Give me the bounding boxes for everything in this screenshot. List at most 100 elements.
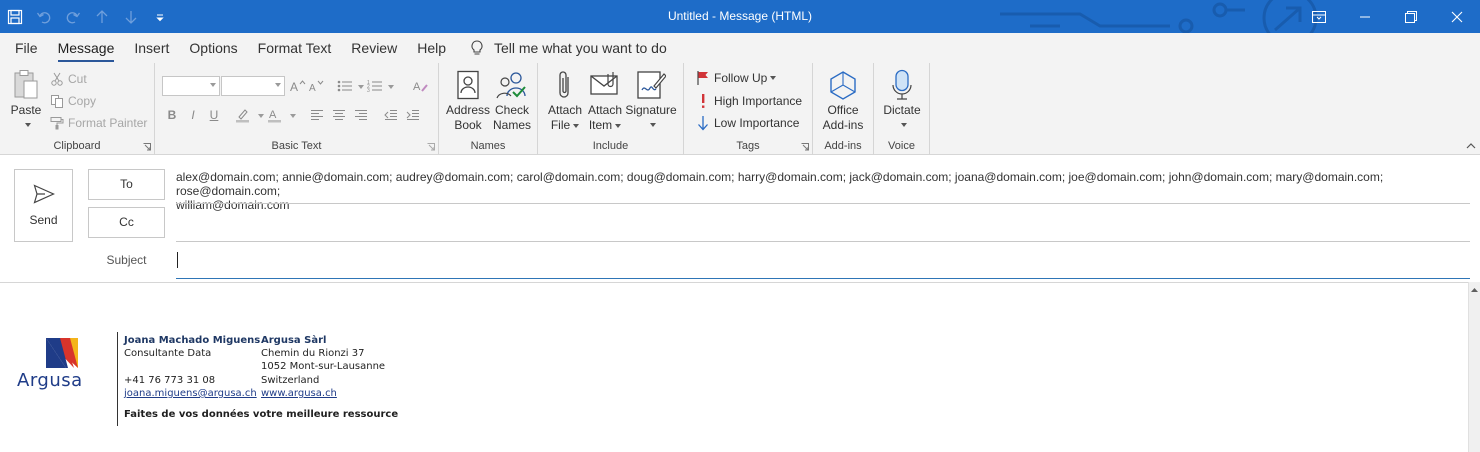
argusa-logo-icon: [46, 338, 78, 368]
send-icon: [33, 184, 55, 204]
copy-button[interactable]: Copy: [48, 91, 96, 111]
check-names-button[interactable]: Check Names: [491, 67, 533, 133]
restore-icon[interactable]: [1388, 0, 1434, 33]
include-group-label: Include: [592, 140, 629, 152]
paste-icon: [9, 67, 43, 103]
paperclip-icon: [548, 67, 582, 103]
office-addins-label-1: Office: [827, 103, 859, 117]
tab-options[interactable]: Options: [179, 33, 247, 63]
follow-up-button[interactable]: Follow Up: [694, 68, 777, 88]
text-cursor: [177, 252, 178, 268]
address-book-button[interactable]: Address Book: [446, 67, 490, 133]
align-left-icon[interactable]: [307, 105, 327, 125]
numbering-icon[interactable]: 123: [365, 76, 385, 96]
tab-review[interactable]: Review: [341, 33, 407, 63]
to-field-underline: [176, 203, 1470, 204]
tab-file[interactable]: File: [0, 33, 48, 63]
exclamation-icon: [694, 92, 712, 110]
title-bar: Untitled - Message (HTML): [0, 0, 1480, 33]
decrease-indent-icon[interactable]: [381, 105, 401, 125]
ribbon-display-options-icon[interactable]: [1296, 0, 1342, 33]
low-importance-button[interactable]: Low Importance: [694, 113, 799, 133]
cut-label: Cut: [68, 72, 87, 86]
logo-wordmark: Argusa: [17, 370, 83, 391]
tags-launcher-icon[interactable]: [801, 143, 809, 151]
to-field[interactable]: alex@domain.com; annie@domain.com; audre…: [176, 170, 1470, 212]
align-right-icon[interactable]: [351, 105, 371, 125]
signature-website-link[interactable]: www.argusa.ch: [261, 388, 337, 399]
font-name-chevron-icon: [210, 83, 216, 87]
office-addins-button[interactable]: Office Add-ins: [819, 67, 867, 133]
send-button[interactable]: Send: [14, 169, 73, 242]
signature-email-link[interactable]: joana.miguens@argusa.ch: [124, 388, 257, 399]
numbering-dropdown-icon[interactable]: [388, 85, 394, 89]
signature-street: Chemin du Rionzi 37: [261, 348, 365, 359]
underline-icon[interactable]: U: [204, 105, 224, 125]
signature-dropdown-icon[interactable]: [649, 123, 656, 127]
bullets-icon[interactable]: [335, 76, 355, 96]
to-button[interactable]: To: [88, 169, 165, 200]
follow-up-dropdown-icon[interactable]: [770, 76, 777, 80]
tell-me-box[interactable]: Tell me what you want to do: [470, 40, 667, 56]
address-book-label-1: Address: [445, 103, 491, 117]
attach-item-button[interactable]: Attach Item: [585, 67, 625, 133]
subject-field[interactable]: [176, 250, 1470, 272]
paste-button[interactable]: Paste: [8, 67, 44, 127]
cc-button[interactable]: Cc: [88, 207, 165, 238]
check-names-label-1: Check: [494, 103, 529, 117]
basic-text-launcher-icon[interactable]: [427, 143, 435, 151]
highlight-dropdown-icon[interactable]: [258, 114, 264, 118]
high-importance-button[interactable]: High Importance: [694, 91, 802, 111]
italic-icon[interactable]: I: [183, 105, 203, 125]
signature-button[interactable]: Signature: [624, 67, 678, 127]
body-scrollbar[interactable]: [1468, 282, 1480, 452]
highlight-icon[interactable]: [233, 105, 253, 125]
copy-label: Copy: [68, 94, 97, 108]
clipboard-group: Paste Cut Copy Format Painter Clipboard: [0, 63, 155, 155]
font-name-combo[interactable]: [162, 76, 220, 96]
attach-file-button[interactable]: Attach File: [545, 67, 585, 133]
bullets-dropdown-icon[interactable]: [358, 85, 364, 89]
signature-country: Switzerland: [261, 375, 320, 386]
tab-help[interactable]: Help: [407, 33, 456, 63]
font-size-combo[interactable]: [221, 76, 285, 96]
font-color-icon[interactable]: A: [265, 105, 285, 125]
tab-message[interactable]: Message: [48, 33, 125, 63]
tags-group: Follow Up High Importance Low Importance…: [684, 63, 813, 155]
clear-formatting-icon[interactable]: A: [411, 76, 431, 96]
window-controls: [1296, 0, 1480, 33]
signature-email[interactable]: joana.miguens@argusa.ch: [124, 387, 257, 401]
minimize-icon[interactable]: [1342, 0, 1388, 33]
check-names-icon: [495, 67, 529, 103]
collapse-ribbon-icon[interactable]: [1466, 142, 1476, 150]
ribbon: Paste Cut Copy Format Painter Clipboard …: [0, 63, 1480, 155]
dictate-dropdown-icon[interactable]: [900, 123, 907, 127]
align-center-icon[interactable]: [329, 105, 349, 125]
bold-icon[interactable]: B: [162, 105, 182, 125]
dictate-button[interactable]: Dictate: [880, 67, 924, 127]
close-icon[interactable]: [1434, 0, 1480, 33]
shrink-font-icon[interactable]: A: [307, 76, 327, 96]
message-body[interactable]: Argusa Joana Machado Miguens Consultante…: [0, 283, 1468, 452]
attach-item-label-1: Attach: [587, 103, 623, 117]
signature-website[interactable]: www.argusa.ch: [261, 387, 337, 401]
clipboard-launcher-icon[interactable]: [143, 143, 151, 151]
attach-file-label-2: File: [551, 118, 580, 133]
tab-insert[interactable]: Insert: [124, 33, 179, 63]
font-size-chevron-icon: [275, 83, 281, 87]
attach-item-dropdown-icon[interactable]: [615, 123, 622, 128]
font-color-dropdown-icon[interactable]: [290, 114, 296, 118]
attach-file-dropdown-icon[interactable]: [573, 123, 580, 128]
scissors-icon: [48, 70, 66, 88]
scroll-up-icon[interactable]: [1469, 285, 1480, 295]
format-painter-button[interactable]: Format Painter: [48, 113, 147, 133]
paste-dropdown-icon[interactable]: [24, 123, 31, 127]
svg-text:A: A: [269, 109, 277, 121]
tab-format-text[interactable]: Format Text: [248, 33, 342, 63]
grow-font-icon[interactable]: A: [288, 76, 308, 96]
increase-indent-icon[interactable]: [403, 105, 423, 125]
cut-button[interactable]: Cut: [48, 69, 87, 89]
red-flag-icon: [694, 69, 712, 87]
cc-field[interactable]: [176, 213, 1470, 235]
cc-field-underline: [176, 241, 1470, 242]
